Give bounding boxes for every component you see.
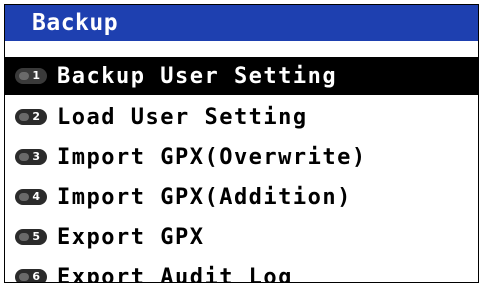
menu-item-export-gpx[interactable]: 5 Export GPX: [5, 217, 478, 257]
menu-item-label: Backup User Setting: [57, 63, 338, 89]
menu-item-import-gpx-addition[interactable]: 4 Import GPX(Addition): [5, 177, 478, 217]
menu-item-label: Load User Setting: [57, 104, 308, 130]
backup-menu-window: Backup 1 Backup User Setting 2 Load User…: [4, 4, 479, 283]
menu-item-export-audit-log[interactable]: 6 Export Audit Log: [5, 257, 478, 283]
number-key-3-icon: 3: [15, 149, 47, 165]
menu-item-label: Export Audit Log: [57, 264, 293, 283]
menu-item-backup-user-setting[interactable]: 1 Backup User Setting: [5, 57, 478, 95]
menu-item-import-gpx-overwrite[interactable]: 3 Import GPX(Overwrite): [5, 137, 478, 177]
number-key-5-icon: 5: [15, 229, 47, 245]
menu-item-label: Export GPX: [57, 224, 205, 250]
number-key-4-icon: 4: [15, 189, 47, 205]
menu-item-load-user-setting[interactable]: 2 Load User Setting: [5, 97, 478, 137]
number-key-2-icon: 2: [15, 109, 47, 125]
menu-item-label: Import GPX(Overwrite): [57, 144, 367, 170]
backup-menu-list: 1 Backup User Setting 2 Load User Settin…: [5, 57, 478, 283]
number-key-6-icon: 6: [15, 269, 47, 282]
menu-item-label: Import GPX(Addition): [57, 184, 352, 210]
menu-title: Backup: [5, 5, 478, 41]
number-key-1-icon: 1: [15, 68, 47, 84]
